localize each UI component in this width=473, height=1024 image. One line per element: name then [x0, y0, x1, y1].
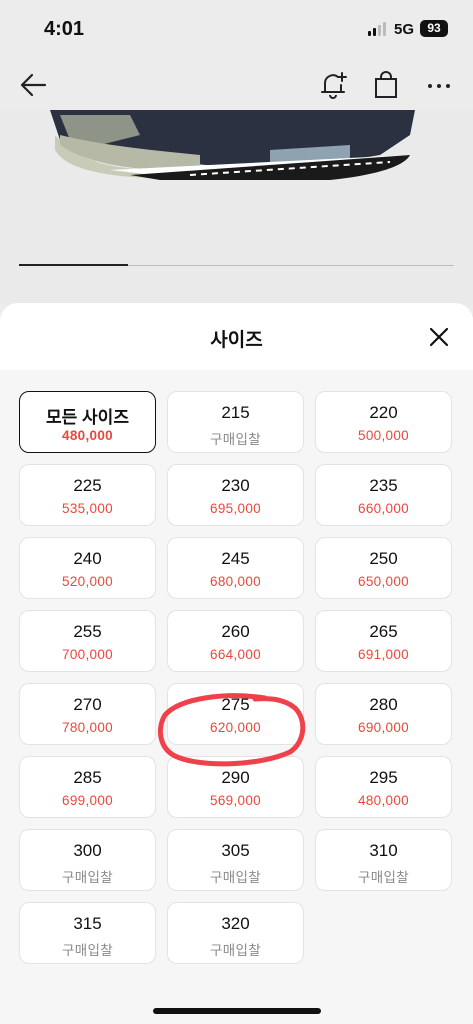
sneaker-image: [50, 110, 415, 180]
size-price: 500,000: [358, 428, 409, 443]
size-label: 235: [369, 476, 398, 495]
top-nav: [0, 60, 473, 110]
size-label: 240: [73, 549, 102, 568]
size-price: 695,000: [210, 501, 261, 516]
more-icon: [428, 84, 450, 88]
size-option[interactable]: 290 569,000: [167, 756, 304, 818]
size-option[interactable]: 235 660,000: [315, 464, 452, 526]
status-time: 4:01: [44, 18, 85, 40]
size-price: 구매입찰: [210, 870, 261, 885]
size-price: 780,000: [62, 720, 113, 735]
size-option[interactable]: 245 680,000: [167, 537, 304, 599]
size-price: 569,000: [210, 793, 261, 808]
size-option[interactable]: 255 700,000: [19, 610, 156, 672]
size-label: 305: [221, 841, 250, 860]
cellular-signal-icon: [368, 22, 388, 36]
size-label: 310: [369, 841, 398, 860]
size-option[interactable]: 320 구매입찰: [167, 902, 304, 964]
size-label: 260: [221, 622, 250, 641]
size-option[interactable]: 275 620,000: [167, 683, 304, 745]
size-option[interactable]: 280 690,000: [315, 683, 452, 745]
gallery-progress-fill: [19, 264, 128, 266]
more-button[interactable]: [422, 68, 456, 102]
size-price: 구매입찰: [210, 943, 261, 958]
size-label: 250: [369, 549, 398, 568]
size-label: 270: [73, 695, 102, 714]
size-label: 215: [221, 403, 250, 422]
size-label: 225: [73, 476, 102, 495]
back-button[interactable]: [17, 68, 51, 102]
size-label: 320: [221, 914, 250, 933]
size-option[interactable]: 220 500,000: [315, 391, 452, 453]
size-price: 664,000: [210, 647, 261, 662]
size-label: 280: [369, 695, 398, 714]
network-type: 5G: [394, 21, 415, 38]
size-price: 660,000: [358, 501, 409, 516]
shopping-bag-icon: [375, 71, 397, 98]
size-label: 295: [369, 768, 398, 787]
bell-plus-icon: [321, 72, 347, 99]
size-price: 520,000: [62, 574, 113, 589]
size-label: 300: [73, 841, 102, 860]
size-label: 285: [73, 768, 102, 787]
alert-button[interactable]: [316, 68, 350, 102]
product-image[interactable]: [0, 110, 473, 305]
size-option[interactable]: 250 650,000: [315, 537, 452, 599]
size-price: 680,000: [210, 574, 261, 589]
size-price: 700,000: [62, 647, 113, 662]
sheet-title: 사이즈: [210, 330, 263, 351]
status-bar: 4:01 5G 93: [0, 0, 473, 60]
size-option[interactable]: 295 480,000: [315, 756, 452, 818]
size-price: 480,000: [358, 793, 409, 808]
size-price: 구매입찰: [62, 870, 113, 885]
size-option[interactable]: 300 구매입찰: [19, 829, 156, 891]
size-option[interactable]: 270 780,000: [19, 683, 156, 745]
size-price: 535,000: [62, 501, 113, 516]
size-price: 구매입찰: [210, 432, 261, 447]
size-price: 650,000: [358, 574, 409, 589]
size-option[interactable]: 305 구매입찰: [167, 829, 304, 891]
size-option-all[interactable]: 모든 사이즈 480,000: [19, 391, 156, 453]
size-label: 220: [369, 403, 398, 422]
size-bottom-sheet: 사이즈 모든 사이즈 480,000 215 구매입찰 220 500,000 225 535…: [0, 303, 473, 1024]
sheet-header: 사이즈: [0, 303, 473, 370]
close-button[interactable]: [427, 325, 451, 349]
size-price: 구매입찰: [358, 870, 409, 885]
size-label: 255: [73, 622, 102, 641]
size-option[interactable]: 310 구매입찰: [315, 829, 452, 891]
size-label: 275: [221, 695, 250, 714]
size-option[interactable]: 225 535,000: [19, 464, 156, 526]
size-option[interactable]: 315 구매입찰: [19, 902, 156, 964]
size-option[interactable]: 240 520,000: [19, 537, 156, 599]
size-option[interactable]: 260 664,000: [167, 610, 304, 672]
bag-button[interactable]: [369, 68, 403, 102]
size-option[interactable]: 285 699,000: [19, 756, 156, 818]
size-label: 315: [73, 914, 102, 933]
size-label: 290: [221, 768, 250, 787]
size-price: 690,000: [358, 720, 409, 735]
size-price: 691,000: [358, 647, 409, 662]
size-option[interactable]: 230 695,000: [167, 464, 304, 526]
size-price: 480,000: [62, 428, 113, 443]
size-price: 699,000: [62, 793, 113, 808]
home-indicator: [153, 1008, 321, 1014]
size-label: 265: [369, 622, 398, 641]
size-label: 모든 사이즈: [46, 408, 129, 427]
close-icon: [429, 327, 449, 347]
size-price: 구매입찰: [62, 943, 113, 958]
size-label: 245: [221, 549, 250, 568]
arrow-left-icon: [20, 73, 47, 97]
size-option[interactable]: 265 691,000: [315, 610, 452, 672]
size-option[interactable]: 215 구매입찰: [167, 391, 304, 453]
size-price: 620,000: [210, 720, 261, 735]
battery-indicator: 93: [420, 20, 448, 37]
size-label: 230: [221, 476, 250, 495]
